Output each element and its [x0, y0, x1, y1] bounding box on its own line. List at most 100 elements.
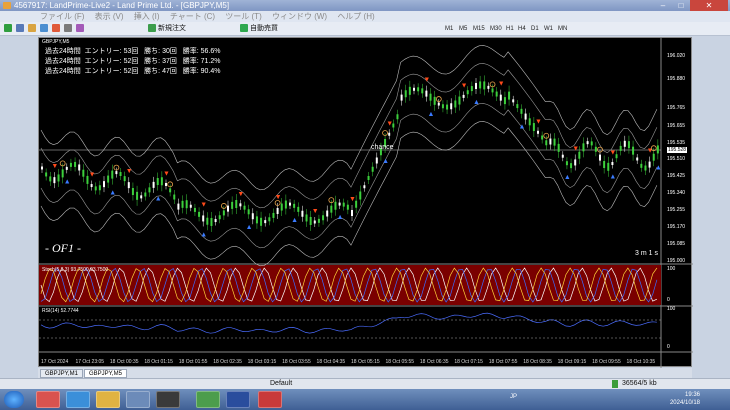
candle-body: [173, 194, 176, 200]
buy-arrow: ▲: [64, 178, 71, 185]
candle-body: [508, 91, 511, 100]
market-watch-icon[interactable]: [28, 24, 36, 34]
buy-arrow: ▲: [473, 99, 480, 106]
candle-body: [400, 94, 403, 101]
candle-body: [446, 104, 449, 110]
candle-body: [280, 203, 283, 211]
chrome-icon[interactable]: [196, 391, 220, 408]
candle-body: [417, 87, 420, 92]
candle-body: [165, 182, 167, 186]
maximize-button[interactable]: □: [672, 0, 690, 11]
candle-body: [222, 210, 225, 216]
candle-body: [94, 186, 97, 191]
navigator-icon[interactable]: [52, 24, 60, 34]
new-chart-icon[interactable]: [4, 24, 12, 34]
menu-insert[interactable]: 挿入 (I): [134, 11, 160, 22]
tf-d1[interactable]: D1: [531, 24, 539, 34]
tf-mn[interactable]: MN: [558, 24, 567, 34]
start-button[interactable]: [4, 391, 24, 408]
auto-trade-label: 自動売買: [249, 25, 278, 32]
stoch-axis-high: 100: [667, 266, 676, 272]
candle-body: [136, 191, 139, 200]
tf-w1[interactable]: W1: [544, 24, 553, 34]
tf-m1[interactable]: M1: [445, 24, 453, 34]
edge-icon[interactable]: [66, 391, 90, 408]
auto-trade-button[interactable]: 自動売買: [240, 24, 278, 34]
candle-body: [160, 177, 163, 186]
candle-body: [82, 169, 85, 177]
connection-icon: [612, 380, 618, 388]
candle-body: [57, 174, 60, 182]
app-window-icon[interactable]: [126, 391, 150, 408]
menu-view[interactable]: 表示 (V): [95, 11, 124, 22]
tf-m30[interactable]: M30: [490, 24, 502, 34]
traffic-status: 36564/5 kb: [622, 380, 657, 387]
candle-body: [284, 200, 287, 209]
buy-arrow: ▲: [564, 174, 571, 181]
tf-m5[interactable]: M5: [459, 24, 467, 34]
profile-status: Default: [270, 380, 293, 387]
candle-body: [210, 217, 213, 226]
price-tick: 196.020: [667, 53, 686, 59]
taskbar-clock[interactable]: 19:36 2024/10/18: [670, 391, 700, 407]
buy-arrow: ▲: [337, 214, 344, 221]
metatrader-icon[interactable]: [226, 391, 250, 408]
candle-body: [235, 200, 238, 209]
candle-body: [483, 81, 486, 90]
candle-body: [363, 185, 366, 189]
app-icon: [3, 2, 11, 9]
candle-body: [169, 188, 172, 193]
media-player-icon[interactable]: [36, 391, 60, 408]
candle-body: [359, 191, 362, 200]
candle-body: [247, 209, 250, 215]
candle-body: [276, 207, 279, 214]
candle-body: [454, 100, 457, 108]
time-tick: 18 Oct 02:35: [213, 359, 242, 365]
candle-body: [652, 153, 655, 161]
close-button[interactable]: ✕: [690, 0, 728, 11]
minimize-button[interactable]: –: [654, 0, 672, 11]
tf-h1[interactable]: H1: [506, 24, 514, 34]
candle-body: [218, 215, 221, 220]
candle-body: [404, 90, 407, 98]
candle-body: [524, 113, 527, 120]
tf-m15[interactable]: M15: [473, 24, 485, 34]
tab-gbpjpy-m1[interactable]: GBPJPY,M1: [40, 369, 83, 378]
new-order-button[interactable]: 新規注文: [148, 24, 186, 34]
price-chart-canvas[interactable]: ▼ ▲ ▼ ▲ ▼ ▲ ▼ ▼ ▲ ▼ ▲ ▼ ▲ ▼ ▲ ▼ ▲ ▼ ▼ ▲ ▼ ▲ ▼ ▲ ▼ ▲ ▼ ▼ ▲ ▼ ▲ 17 Oct 20…: [39, 38, 693, 368]
tester-icon[interactable]: [76, 24, 84, 34]
menu-tools[interactable]: ツール (T): [225, 11, 261, 22]
profiles-icon[interactable]: [16, 24, 24, 34]
candle-body: [487, 85, 490, 89]
sell-arrow: ▼: [647, 148, 654, 155]
recorder-icon[interactable]: [258, 391, 282, 408]
data-window-icon[interactable]: [40, 24, 48, 34]
language-indicator[interactable]: JP: [510, 394, 517, 400]
terminal-app-icon[interactable]: [156, 391, 180, 408]
sell-arrow: ▼: [163, 170, 170, 177]
time-tick: 18 Oct 04:35: [317, 359, 346, 365]
chart-window[interactable]: ▼ ▲ ▼ ▲ ▼ ▲ ▼ ▼ ▲ ▼ ▲ ▼ ▲ ▼ ▲ ▼ ▲ ▼ ▼ ▲ ▼ ▲ ▼ ▲ ▼ ▲ ▼ ▼ ▲ ▼ ▲ 17 Oct 20…: [38, 37, 693, 368]
tf-h4[interactable]: H4: [518, 24, 526, 34]
tab-gbpjpy-m5[interactable]: GBPJPY,M5: [84, 369, 127, 378]
terminal-icon[interactable]: [64, 24, 72, 34]
left-panel: [0, 37, 38, 367]
candle-body: [185, 200, 188, 209]
buy-arrow: ▲: [246, 224, 253, 231]
candle-body: [553, 138, 556, 146]
candle-body: [193, 207, 196, 212]
candle-body: [231, 201, 234, 209]
menu-help[interactable]: ヘルプ (H): [337, 11, 374, 22]
time-tick: 18 Oct 05:55: [385, 359, 414, 365]
time-tick: 18 Oct 03:15: [248, 359, 277, 365]
candle-body: [74, 161, 77, 167]
candle-body: [346, 204, 349, 210]
menu-chart[interactable]: チャート (C): [170, 11, 215, 22]
candle-body: [367, 176, 370, 180]
candle-body: [615, 154, 618, 159]
sell-arrow: ▼: [89, 172, 96, 179]
candle-body: [41, 166, 43, 170]
menu-window[interactable]: ウィンドウ (W): [272, 11, 327, 22]
explorer-icon[interactable]: [96, 391, 120, 408]
menu-file[interactable]: ファイル (F): [40, 11, 84, 22]
